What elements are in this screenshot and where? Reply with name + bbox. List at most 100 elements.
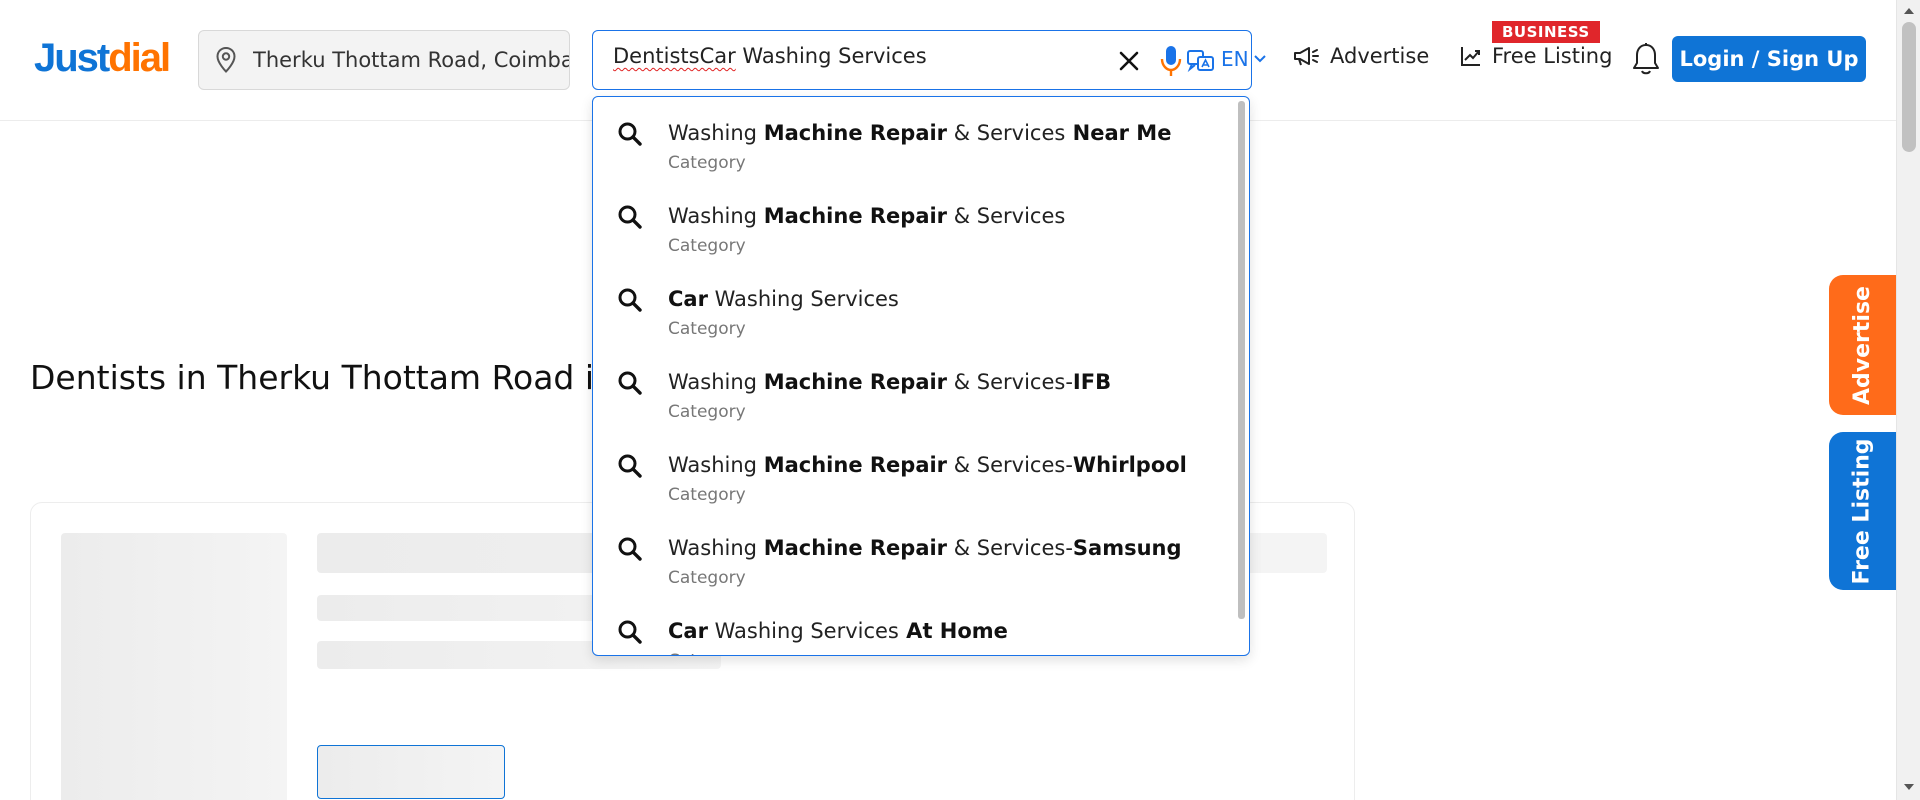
suggestion-title-part: Machine Repair	[763, 204, 948, 228]
search-text-rest: Washing Services	[735, 44, 927, 68]
suggestion-title-part: Near Me	[1065, 121, 1172, 145]
search-icon	[617, 370, 643, 400]
suggestion-title-part: -	[1065, 453, 1073, 477]
search-icon	[617, 287, 643, 317]
suggestion-title-part: At Home	[898, 619, 1008, 643]
suggestion-title-part: Washing	[668, 370, 764, 394]
suggestion-title-part: &	[947, 204, 977, 228]
dropdown-scrollbar[interactable]	[1238, 101, 1245, 619]
location-field[interactable]: Therku Thottam Road, Coimbatore	[198, 30, 570, 90]
side-advertise-tab[interactable]: Advertise	[1829, 275, 1896, 415]
location-value: Therku Thottam Road, Coimbatore	[253, 48, 569, 72]
login-signup-button[interactable]: Login / Sign Up	[1672, 36, 1866, 82]
search-input[interactable]: DentistsCar Washing Services	[613, 44, 1093, 76]
megaphone-icon	[1294, 47, 1319, 66]
translate-button[interactable]	[1185, 45, 1217, 77]
notifications-button[interactable]	[1632, 42, 1660, 80]
suggestion-title-part: &	[947, 121, 977, 145]
suggestion-item[interactable]: Washing Machine Repair & Services Near M…	[593, 101, 1233, 184]
search-box[interactable]: DentistsCar Washing Services EN	[592, 30, 1266, 90]
suggestion-category: Category	[668, 153, 746, 173]
suggestion-title: Car Washing Services	[668, 287, 899, 311]
close-icon	[1119, 51, 1139, 71]
voice-search-button[interactable]	[1159, 44, 1183, 78]
suggestion-title-part: Washing Services	[707, 619, 899, 643]
suggestion-title: Washing Machine Repair & Services	[668, 204, 1065, 228]
search-icon	[617, 453, 643, 483]
suggestion-title-part: -	[1065, 536, 1073, 560]
page-scrollbar[interactable]	[1896, 0, 1920, 800]
bell-icon	[1633, 43, 1659, 75]
trending-up-icon	[1461, 47, 1480, 66]
suggestion-title-part: Services	[976, 370, 1066, 394]
suggestion-title-part: Car	[668, 287, 708, 311]
suggestion-title-part: Car	[668, 619, 708, 643]
suggestion-category: Category	[668, 568, 746, 588]
suggestion-title: Car Washing Services At Home	[668, 619, 1008, 643]
location-pin-icon	[216, 47, 236, 73]
side-free-listing-tab[interactable]: Free Listing	[1829, 432, 1896, 590]
suggestion-title-part: Washing Services	[707, 287, 899, 311]
suggestion-title-part: Washing	[668, 204, 764, 228]
suggestion-title-part: Washing	[668, 453, 764, 477]
side-free-listing-label: Free Listing	[1850, 437, 1875, 585]
chevron-down-icon	[1253, 55, 1266, 63]
business-badge: BUSINESS	[1492, 21, 1600, 43]
side-advertise-label: Advertise	[1850, 285, 1875, 405]
suggestion-item[interactable]: Washing Machine Repair & Services Categor…	[593, 184, 1233, 267]
free-listing-label: Free Listing	[1492, 44, 1613, 68]
suggestion-title-part: Washing	[668, 536, 764, 560]
suggestion-title-part: Machine Repair	[763, 453, 948, 477]
clear-search-button[interactable]	[1115, 47, 1143, 75]
suggestion-title: Washing Machine Repair & Services-Whirlp…	[668, 453, 1187, 477]
suggestion-category: Category	[668, 485, 746, 505]
microphone-icon	[1160, 46, 1182, 76]
suggestion-title-part: Washing	[668, 121, 764, 145]
search-icon	[617, 204, 643, 234]
advertise-link[interactable]: Advertise	[1292, 44, 1429, 68]
scroll-down-arrow[interactable]	[1904, 784, 1914, 790]
language-selector[interactable]: EN	[1221, 47, 1267, 71]
suggestion-title-part: Machine Repair	[763, 536, 948, 560]
search-icon	[617, 121, 643, 151]
suggestion-title: Washing Machine Repair & Services-IFB	[668, 370, 1111, 394]
search-icon	[617, 536, 643, 566]
suggestion-item[interactable]: Car Washing Services Category	[593, 267, 1233, 350]
suggestion-category: Category	[668, 236, 746, 256]
advertise-label: Advertise	[1330, 44, 1430, 68]
language-label: EN	[1221, 47, 1249, 71]
search-text-misspelled: DentistsCar	[613, 44, 736, 68]
suggestion-title-part: &	[947, 536, 977, 560]
suggestion-category: Category	[668, 402, 746, 422]
suggestion-title-part: IFB	[1072, 370, 1112, 394]
scroll-up-arrow[interactable]	[1904, 8, 1914, 14]
suggestion-title-part: Machine Repair	[763, 121, 948, 145]
suggestion-item[interactable]: Washing Machine Repair & Services-IFB Cat…	[593, 350, 1233, 433]
suggestion-title: Washing Machine Repair & Services-Samsun…	[668, 536, 1182, 560]
search-suggestions-dropdown: Washing Machine Repair & Services Near M…	[592, 96, 1250, 656]
suggestion-title-part: Services	[976, 453, 1066, 477]
suggestion-category: Category	[668, 319, 746, 339]
skeleton-button	[317, 745, 505, 799]
justdial-logo[interactable]: Justdial	[34, 36, 171, 81]
suggestion-title-part: Services	[976, 204, 1066, 228]
suggestion-title: Washing Machine Repair & Services Near M…	[668, 121, 1171, 145]
suggestion-category: Category	[668, 651, 746, 655]
suggestion-title-part: Whirlpool	[1072, 453, 1187, 477]
suggestion-title-part: &	[947, 370, 977, 394]
suggestion-title-part: Services	[976, 121, 1066, 145]
suggestion-title-part: -	[1065, 370, 1073, 394]
logo-text-dial: dial	[108, 36, 171, 80]
suggestion-title-part: Samsung	[1072, 536, 1182, 560]
translate-icon	[1187, 50, 1214, 73]
logo-text-just: Just	[34, 36, 110, 80]
free-listing-link[interactable]: Free Listing	[1460, 44, 1612, 68]
skeleton-image	[61, 533, 287, 800]
suggestion-item[interactable]: Washing Machine Repair & Services-Whirlp…	[593, 433, 1233, 516]
suggestion-title-part: &	[947, 453, 977, 477]
suggestion-item[interactable]: Car Washing Services At Home Category	[593, 599, 1233, 655]
search-icon	[617, 619, 643, 649]
scrollbar-thumb[interactable]	[1902, 22, 1916, 152]
suggestion-title-part: Services	[976, 536, 1066, 560]
suggestion-item[interactable]: Washing Machine Repair & Services-Samsun…	[593, 516, 1233, 599]
